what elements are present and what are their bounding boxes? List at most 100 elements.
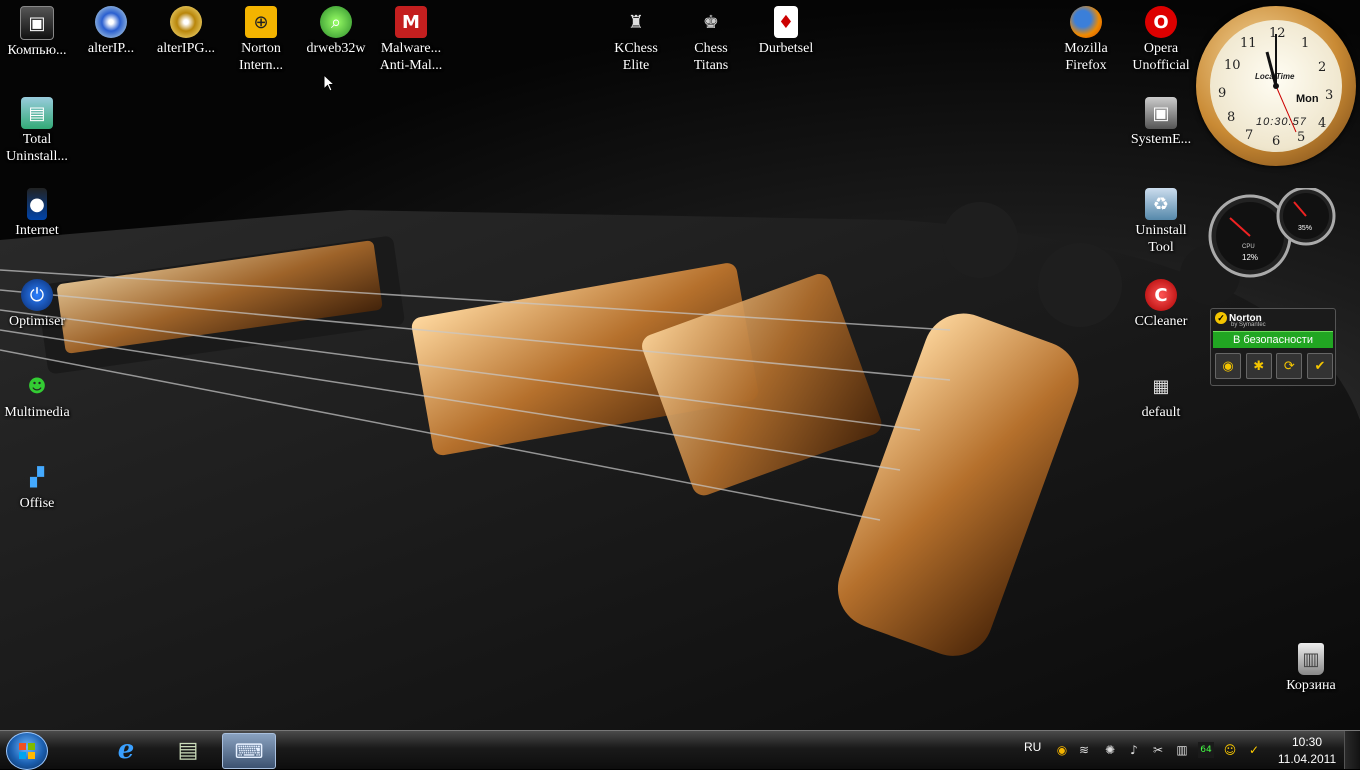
ccleaner-icon: C	[1145, 279, 1177, 311]
desktop-icon-alteripg[interactable]: alterIPG...	[149, 6, 223, 57]
icon-label: Total Uninstall...	[6, 132, 68, 164]
internet-icon: ●	[27, 188, 47, 220]
icon-label: Malware... Anti-Mal...	[379, 41, 443, 73]
norton-icon: ⊕	[245, 6, 277, 38]
desktop-icon-opera[interactable]: O Opera Unofficial	[1124, 6, 1198, 74]
language-indicator[interactable]: RU	[1024, 740, 1041, 754]
norton-gadget[interactable]: ✓ Norton by Symantec В безопасности ◉ ✱ ⟳…	[1210, 308, 1336, 386]
norton-status: В безопасности	[1213, 331, 1333, 348]
desktop-icon-drweb[interactable]: ⌕ drweb32w	[299, 6, 373, 57]
desktop-icon-kchess[interactable]: ♜ KChess Elite	[599, 6, 673, 74]
playing-card-icon: ♦	[774, 6, 798, 38]
network-monitor-icon[interactable]: ▥	[1174, 742, 1190, 758]
icon-label: Chess Titans	[693, 41, 729, 73]
icon-label: Offise	[19, 496, 55, 511]
drweb-icon: ⌕	[320, 6, 352, 38]
clock-gadget[interactable]: 12 1 2 3 4 5 6 7 8 9 10 11 LocalTime Mon…	[1196, 6, 1356, 166]
taskbar-clock-time[interactable]: 10:30	[1284, 735, 1330, 749]
cpu-label: CPU	[1242, 244, 1255, 250]
icon-label: alterIPG...	[157, 41, 215, 56]
icon-label: default	[1141, 405, 1181, 420]
taskbar: e ▤ ⌨ RU ◉ ≋ ✺ ♪ ✂ ▥ 64 ☺ ✓ 10:30 11.04.…	[0, 730, 1360, 770]
windows-flag-icon	[19, 743, 35, 759]
cpu-tray-icon[interactable]: 64	[1198, 742, 1214, 758]
norton-update-button[interactable]: ⟳	[1276, 353, 1303, 379]
users-tray-icon[interactable]: ☺	[1222, 742, 1238, 758]
desktop-icon-alteripd[interactable]: alterIP...	[74, 6, 148, 57]
office-icon: ▞	[30, 466, 44, 488]
cpu-meter-gadget[interactable]: CPU 12% 35%	[1208, 188, 1338, 278]
icon-label: Mozilla Firefox	[1064, 41, 1108, 73]
desktop-icon-norton[interactable]: ⊕ Norton Intern...	[224, 6, 298, 74]
dvd-icon	[95, 6, 127, 38]
desktop-icon-chesstitans[interactable]: ♚ Chess Titans	[674, 6, 748, 74]
desktop-icon-multimedia[interactable]: ☻ Multimedia	[0, 370, 74, 421]
norton-tray-icon[interactable]: ◉	[1054, 742, 1070, 758]
keyboard-monitor-icon: ⌨	[234, 740, 264, 763]
desktop-icon-ccleaner[interactable]: C CCleaner	[1124, 279, 1198, 330]
norton-scan-button[interactable]: ◉	[1215, 353, 1241, 379]
show-desktop-button[interactable]	[1344, 731, 1360, 769]
icon-label: Uninstall Tool	[1135, 223, 1187, 255]
system-explorer-icon: ▣	[1145, 97, 1177, 129]
desktop-icon-offise[interactable]: ▞ Offise	[0, 461, 74, 512]
desktop-icon-durbetsel[interactable]: ♦ Durbetsel	[749, 6, 823, 57]
clock-face: 12 1 2 3 4 5 6 7 8 9 10 11 LocalTime Mon…	[1210, 20, 1342, 152]
dvd-gold-icon	[170, 6, 202, 38]
clock-hands	[1265, 34, 1297, 133]
icon-label: Norton Intern...	[239, 41, 283, 73]
desktop-icon-systemexplorer[interactable]: ▣ SystemE...	[1124, 97, 1198, 148]
icon-label: Корзина	[1286, 678, 1336, 693]
recycle-bin-icon: ▥	[1298, 643, 1324, 675]
desktop-icon-default[interactable]: ▦ default	[1124, 370, 1198, 421]
norton-status-button[interactable]: ✔	[1306, 353, 1333, 379]
start-button[interactable]	[6, 732, 48, 770]
computer-icon: ▣	[20, 6, 54, 40]
icon-label: Internet	[15, 223, 59, 238]
norton-gadget-header: ✓ Norton by Symantec	[1215, 312, 1266, 328]
icon-label: alterIP...	[87, 41, 135, 56]
tools-tray-icon[interactable]: ✂	[1150, 742, 1166, 758]
firefox-icon	[1070, 6, 1102, 38]
recycle-bin-blue-icon: ♻	[1145, 188, 1177, 220]
desktop-icon-firefox[interactable]: Mozilla Firefox	[1049, 6, 1123, 74]
icon-label: Optimiser	[9, 314, 65, 329]
desktop-icon-totaluninstall[interactable]: ▤ Total Uninstall...	[0, 97, 74, 165]
power-icon: ⏻	[21, 279, 53, 311]
taskbar-app-library[interactable]: ▤	[162, 733, 214, 767]
mouse-cursor-icon	[323, 74, 335, 92]
network-tray-icon[interactable]: ≋	[1076, 742, 1092, 758]
media-tray-icon[interactable]: ✺	[1102, 742, 1118, 758]
memory-percent: 35%	[1298, 225, 1312, 232]
volume-icon[interactable]: ♪	[1126, 742, 1142, 758]
icon-label: Multimedia	[4, 405, 70, 420]
multimedia-icon: ☻	[27, 375, 47, 397]
taskbar-clock-date[interactable]: 11.04.2011	[1276, 752, 1338, 766]
icon-label: Компью...	[7, 43, 67, 58]
taskbar-app-keyboard-monitor[interactable]: ⌨	[222, 733, 276, 769]
uninstaller-icon: ▤	[21, 97, 53, 129]
norton-check-icon: ✓	[1215, 312, 1227, 324]
taskbar-app-internet-explorer[interactable]: e	[100, 733, 152, 767]
chip-icon: ▦	[1152, 375, 1170, 397]
icon-label: SystemE...	[1130, 132, 1192, 147]
icon-label: Opera Unofficial	[1132, 41, 1190, 73]
desktop-icon-internet[interactable]: ● Internet	[0, 188, 74, 239]
desktop-icon-recyclebin[interactable]: ▥ Корзина	[1274, 643, 1348, 694]
desktop-icon-computer[interactable]: ▣ Компью...	[0, 6, 74, 59]
desktop-icon-uninstalltool[interactable]: ♻ Uninstall Tool	[1124, 188, 1198, 256]
desktop-icon-malwarebytes[interactable]: M Malware... Anti-Mal...	[374, 6, 448, 74]
icon-label: CCleaner	[1134, 314, 1188, 329]
icon-label: Durbetsel	[758, 41, 814, 56]
norton-subbrand: by Symantec	[1231, 322, 1266, 328]
chess-king-icon: ♚	[702, 11, 720, 33]
opera-icon: O	[1145, 6, 1177, 38]
cpu-percent: 12%	[1242, 253, 1258, 262]
norton-tools-button[interactable]: ✱	[1245, 353, 1272, 379]
malwarebytes-icon: M	[395, 6, 427, 38]
desktop-icon-optimiser[interactable]: ⏻ Optimiser	[0, 279, 74, 330]
chess-board-icon: ♜	[627, 11, 645, 33]
icon-label: KChess Elite	[614, 41, 658, 73]
norton-status-tray-icon[interactable]: ✓	[1246, 742, 1262, 758]
library-icon: ▤	[177, 737, 199, 762]
